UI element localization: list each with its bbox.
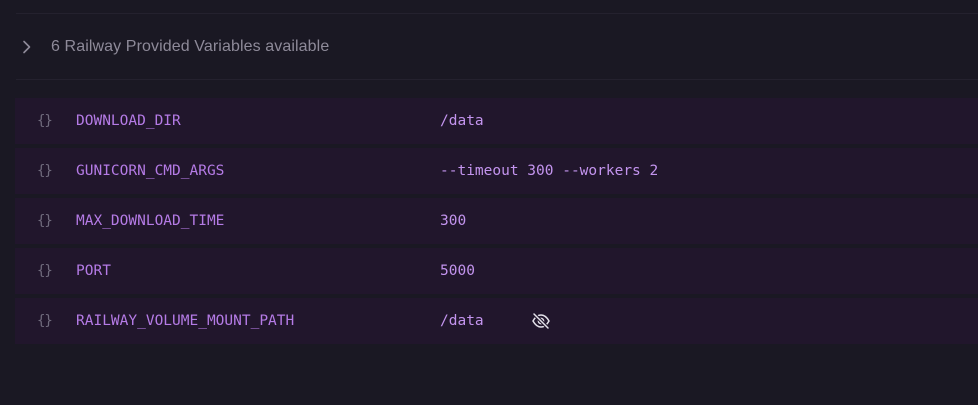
variable-name: DOWNLOAD_DIR <box>76 113 181 129</box>
braces-icon: {} <box>37 213 53 229</box>
variable-row-gunicorn-cmd-args[interactable]: {} GUNICORN_CMD_ARGS --timeout 300 --wor… <box>15 148 978 194</box>
variable-name: RAILWAY_VOLUME_MOUNT_PATH <box>76 313 295 329</box>
variable-name: MAX_DOWNLOAD_TIME <box>76 213 225 229</box>
variable-row-download-dir[interactable]: {} DOWNLOAD_DIR /data <box>15 98 978 144</box>
provided-variables-label: 6 Railway Provided Variables available <box>51 37 330 55</box>
variable-list: {} DOWNLOAD_DIR /data {} GUNICORN_CMD_AR… <box>15 98 978 348</box>
variable-row-railway-volume-mount-path[interactable]: {} RAILWAY_VOLUME_MOUNT_PATH /data <box>15 298 978 344</box>
variable-value: /data <box>440 113 484 129</box>
variable-row-port[interactable]: {} PORT 5000 <box>15 248 978 294</box>
variable-value: 5000 <box>440 263 475 279</box>
braces-icon: {} <box>37 163 53 179</box>
railway-provided-variables-toggle[interactable]: 6 Railway Provided Variables available <box>16 14 978 80</box>
eye-off-icon[interactable] <box>531 311 551 331</box>
variables-panel: 6 Railway Provided Variables available {… <box>0 0 978 405</box>
variable-value: /data <box>440 313 484 329</box>
variable-name: PORT <box>76 263 111 279</box>
variable-value: --timeout 300 --workers 2 <box>440 163 659 179</box>
braces-icon: {} <box>37 263 53 279</box>
braces-icon: {} <box>37 113 53 129</box>
variable-value: 300 <box>440 213 467 229</box>
variable-row-max-download-time[interactable]: {} MAX_DOWNLOAD_TIME 300 <box>15 198 978 244</box>
chevron-right-icon <box>20 40 34 54</box>
variable-name: GUNICORN_CMD_ARGS <box>76 163 225 179</box>
braces-icon: {} <box>37 313 53 329</box>
